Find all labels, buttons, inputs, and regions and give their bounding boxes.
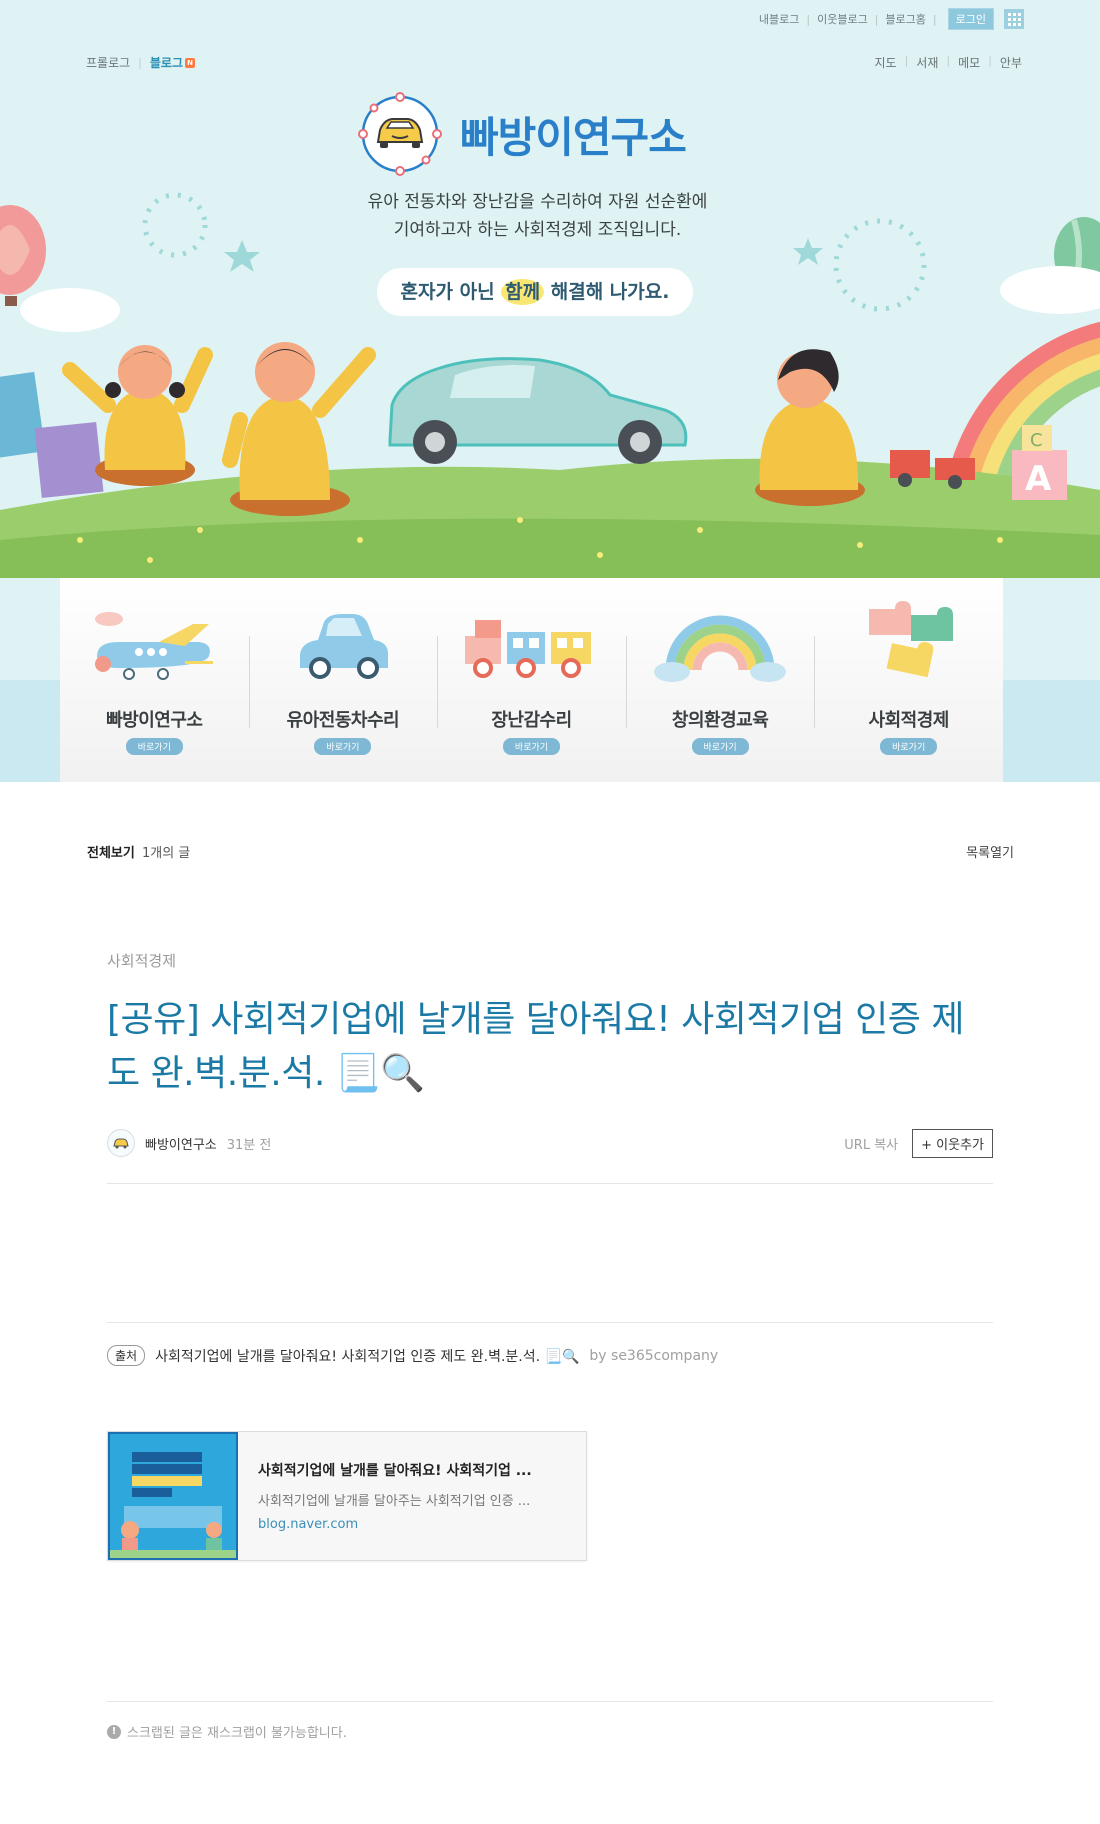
logo-car-icon	[358, 92, 442, 176]
post-category[interactable]: 사회적경제	[107, 950, 993, 971]
category-item-social-economy[interactable]: 사회적경제 바로가기	[814, 578, 1003, 782]
car-icon	[299, 614, 388, 679]
category-name: 빠방이연구소	[106, 710, 203, 731]
category-item-education[interactable]: 창의환경교육 바로가기	[625, 578, 815, 782]
blog-link[interactable]: 블로그	[150, 54, 183, 71]
shortcut-button[interactable]: 바로가기	[691, 738, 749, 755]
category-item-car-repair[interactable]: 유아전동차수리 바로가기	[248, 578, 438, 782]
source-tag: 출처	[107, 1345, 146, 1366]
card-url: blog.naver.com	[258, 1517, 359, 1532]
login-button[interactable]: 로그인	[947, 8, 994, 30]
prologue-link[interactable]: 프롤로그	[86, 54, 130, 71]
svg-text:A: A	[1025, 459, 1052, 499]
add-neighbor-button[interactable]: + 이웃추가	[912, 1128, 993, 1158]
url-copy-button[interactable]: URL 복사	[844, 1134, 898, 1153]
blog-menu-left: 프롤로그 | 블로그 N	[86, 54, 196, 71]
post-list-bar: 전체보기 1개의 글 목록열기	[87, 842, 1014, 861]
card-body: 사회적기업에 날개를 달아줘요! 사회적기업 ... 사회적기업에 날개를 달아…	[238, 1432, 552, 1560]
child-right-icon	[755, 349, 865, 506]
category-item-lab[interactable]: 빠방이연구소 바로가기	[60, 578, 249, 782]
slogan-highlight: 함께	[501, 279, 545, 305]
puzzle-icon	[868, 601, 953, 678]
open-list-button[interactable]: 목록열기	[966, 842, 1014, 861]
slogan-pill: 혼자가 아닌 함께 해결해 나가요.	[377, 268, 693, 316]
rainbow-icon	[654, 615, 787, 682]
category-name: 장난감수리	[491, 710, 572, 731]
blog-header: A C 내블로그 | 이웃블로그 | 블로그홈 | 로그인 프롤로그 | 블로그…	[0, 0, 1100, 578]
blog-logo[interactable]: 빠방이연구소	[358, 92, 687, 176]
divider	[107, 1701, 993, 1702]
post: 사회적경제 [공유] 사회적기업에 날개를 달아줘요! 사회적기업 인증 제도 …	[107, 950, 993, 1101]
avatar[interactable]	[107, 1129, 135, 1157]
blog-home-link[interactable]: 블로그홈	[885, 11, 925, 27]
guestbook-link[interactable]: 안부	[1000, 54, 1022, 71]
app-menu-icon[interactable]	[1004, 9, 1024, 29]
divider	[107, 1183, 993, 1184]
shortcut-button[interactable]: 바로가기	[125, 738, 183, 755]
avatar-car-icon	[113, 1138, 129, 1149]
car-illustration-icon	[388, 357, 688, 464]
category-name: 유아전동차수리	[286, 710, 400, 731]
category-item-toy-repair[interactable]: 장난감수리 바로가기	[437, 578, 626, 782]
map-link[interactable]: 지도	[874, 54, 896, 71]
source-link[interactable]: 사회적기업에 날개를 달아줘요! 사회적기업 인증 제도 완.벽.분.석. 📃🔍	[155, 1346, 579, 1366]
shortcut-button[interactable]: 바로가기	[502, 738, 561, 755]
category-name: 창의환경교육	[671, 710, 769, 731]
memo-link[interactable]: 메모	[958, 54, 980, 71]
source-line: 출처 사회적기업에 날개를 달아줘요! 사회적기업 인증 제도 완.벽.분.석.…	[107, 1345, 718, 1366]
toy-train-icon	[465, 620, 592, 678]
my-blog-link[interactable]: 내블로그	[759, 11, 799, 27]
source-author: by se365company	[589, 1347, 719, 1364]
category-name: 사회적경제	[868, 710, 950, 731]
scrap-notice: ! 스크랩된 글은 재스크랩이 불가능합니다.	[107, 1722, 347, 1741]
neighbor-blog-link[interactable]: 이웃블로그	[817, 11, 868, 27]
global-nav: 내블로그 | 이웃블로그 | 블로그홈 | 로그인	[759, 8, 1024, 30]
blog-menu-right: 지도 | 서재 | 메모 | 안부	[874, 54, 1022, 71]
post-count: 1개의 글	[141, 846, 191, 861]
blog-title: 빠방이연구소	[460, 112, 687, 162]
library-link[interactable]: 서재	[916, 54, 938, 71]
card-title: 사회적기업에 날개를 달아줘요! 사회적기업 ...	[258, 1463, 532, 1479]
shortcut-button[interactable]: 바로가기	[880, 738, 938, 755]
thumbnail-image-icon	[110, 1434, 236, 1558]
author-name[interactable]: 빠방이연구소	[145, 1134, 217, 1153]
post-title: [공유] 사회적기업에 날개를 달아줘요! 사회적기업 인증 제도 완.벽.분.…	[107, 999, 964, 1094]
blog-tagline: 유아 전동차와 장난감을 수리하여 자원 선순환에 기여하고자 하는 사회적경제…	[367, 192, 708, 240]
divider	[107, 1322, 993, 1323]
shortcut-button[interactable]: 바로가기	[314, 738, 372, 755]
view-all-link[interactable]: 전체보기	[87, 846, 135, 861]
info-icon: !	[107, 1724, 121, 1739]
post-time: 31분 전	[226, 1137, 272, 1153]
new-badge: N	[185, 57, 196, 68]
airplane-icon	[95, 612, 214, 680]
link-preview-card[interactable]: 사회적기업에 날개를 달아줘요! 사회적기업 ... 사회적기업에 날개를 달아…	[107, 1431, 587, 1561]
card-thumbnail	[108, 1432, 238, 1560]
post-meta: 빠방이연구소 31분 전 URL 복사 + 이웃추가	[107, 1128, 993, 1158]
card-description: 사회적기업에 날개를 달아주는 사회적기업 인증 ...	[258, 1494, 531, 1509]
category-menu: 빠방이연구소 바로가기 유아전동차수리 바로가기 장난감수리 바로가기 창의환경…	[60, 578, 1003, 782]
svg-text:C: C	[1030, 430, 1043, 451]
